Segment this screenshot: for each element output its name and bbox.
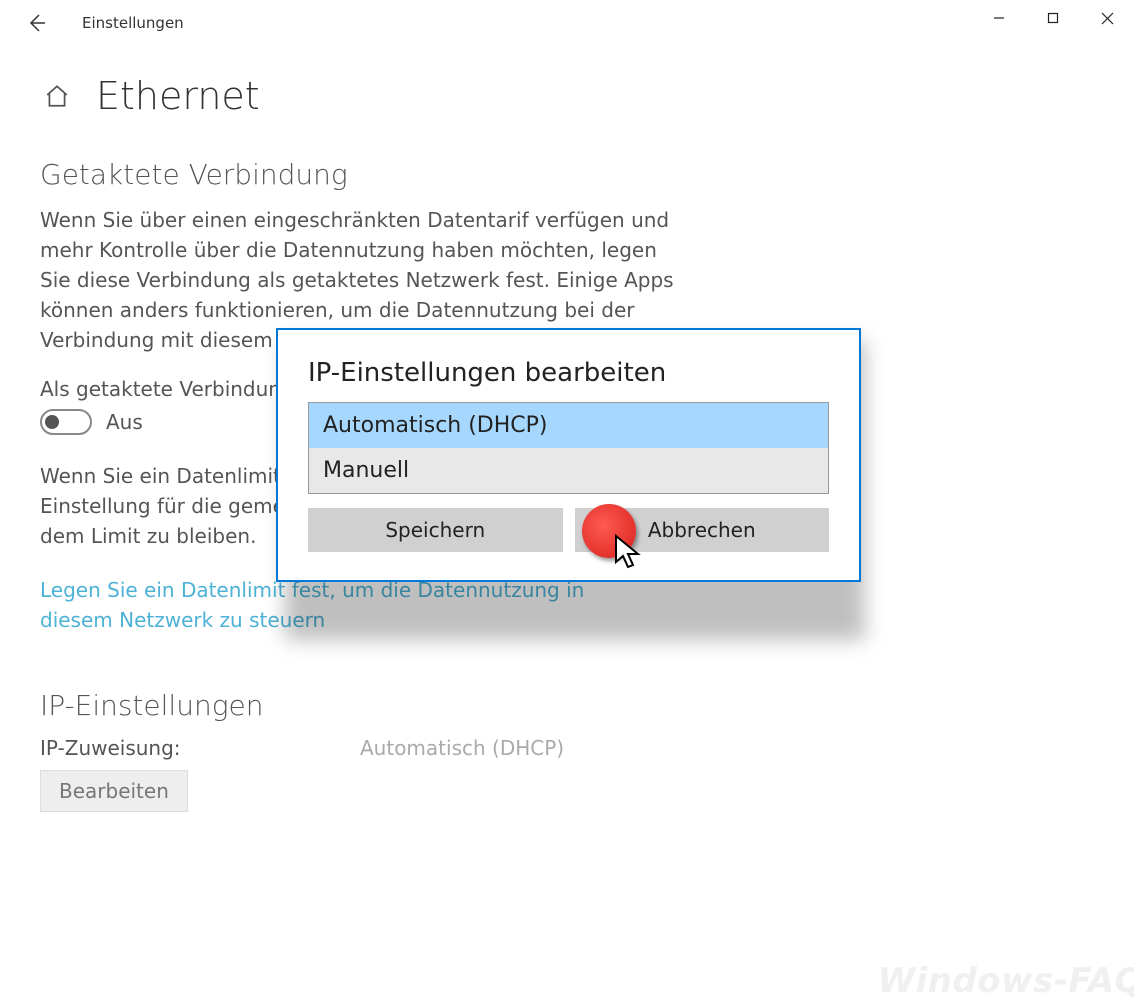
app-title: Einstellungen bbox=[82, 14, 184, 32]
ip-assignment-value: Automatisch (DHCP) bbox=[360, 736, 564, 760]
titlebar: Einstellungen bbox=[0, 0, 1134, 46]
ip-edit-dialog: IP-Einstellungen bearbeiten Automatisch … bbox=[276, 328, 861, 582]
metered-toggle[interactable] bbox=[40, 409, 92, 435]
ip-mode-dropdown[interactable]: Automatisch (DHCP) Manuell bbox=[308, 402, 829, 494]
ip-assignment-label: IP-Zuweisung: bbox=[40, 736, 360, 760]
ip-edit-button[interactable]: Bearbeiten bbox=[40, 770, 188, 812]
dropdown-option-auto[interactable]: Automatisch (DHCP) bbox=[309, 403, 828, 448]
ip-assignment-row: IP-Zuweisung: Automatisch (DHCP) bbox=[40, 736, 1094, 760]
save-button[interactable]: Speichern bbox=[308, 508, 563, 552]
window-controls bbox=[972, 0, 1134, 36]
minimize-button[interactable] bbox=[972, 0, 1026, 36]
dialog-buttons: Speichern Abbrechen bbox=[308, 508, 829, 552]
watermark: Windows-FAQ bbox=[878, 961, 1134, 1001]
home-icon[interactable] bbox=[40, 79, 74, 113]
metered-heading: Getaktete Verbindung bbox=[40, 158, 1094, 191]
ip-settings-heading: IP-Einstellungen bbox=[40, 689, 1094, 722]
back-button[interactable] bbox=[20, 6, 54, 40]
dropdown-option-manual[interactable]: Manuell bbox=[309, 448, 828, 493]
page-title: Ethernet bbox=[96, 74, 260, 118]
toggle-knob bbox=[45, 415, 59, 429]
page-header: Ethernet bbox=[40, 74, 1094, 118]
maximize-button[interactable] bbox=[1026, 0, 1080, 36]
metered-toggle-state: Aus bbox=[106, 410, 143, 434]
dialog-title: IP-Einstellungen bearbeiten bbox=[308, 358, 829, 388]
close-button[interactable] bbox=[1080, 0, 1134, 36]
cursor-icon bbox=[614, 534, 646, 574]
